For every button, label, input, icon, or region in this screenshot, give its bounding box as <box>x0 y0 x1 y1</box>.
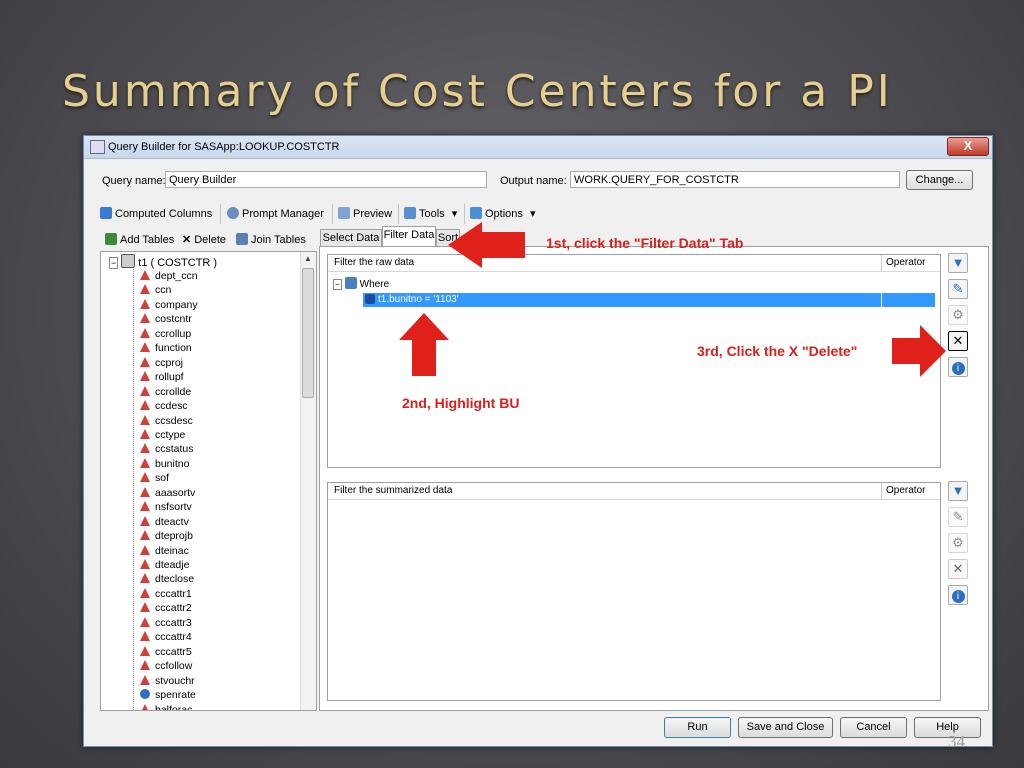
page-number: 34 <box>948 732 965 751</box>
callout-step1: 1st, click the "Filter Data" Tab <box>546 235 744 251</box>
callout-step3: 3rd, Click the X "Delete" <box>697 343 858 359</box>
callout-step2: 2nd, Highlight BU <box>402 395 520 411</box>
arrow-step3 <box>892 325 946 377</box>
arrow-step2 <box>399 313 449 376</box>
annotation-overlay <box>399 222 946 377</box>
arrow-step1 <box>448 222 525 268</box>
